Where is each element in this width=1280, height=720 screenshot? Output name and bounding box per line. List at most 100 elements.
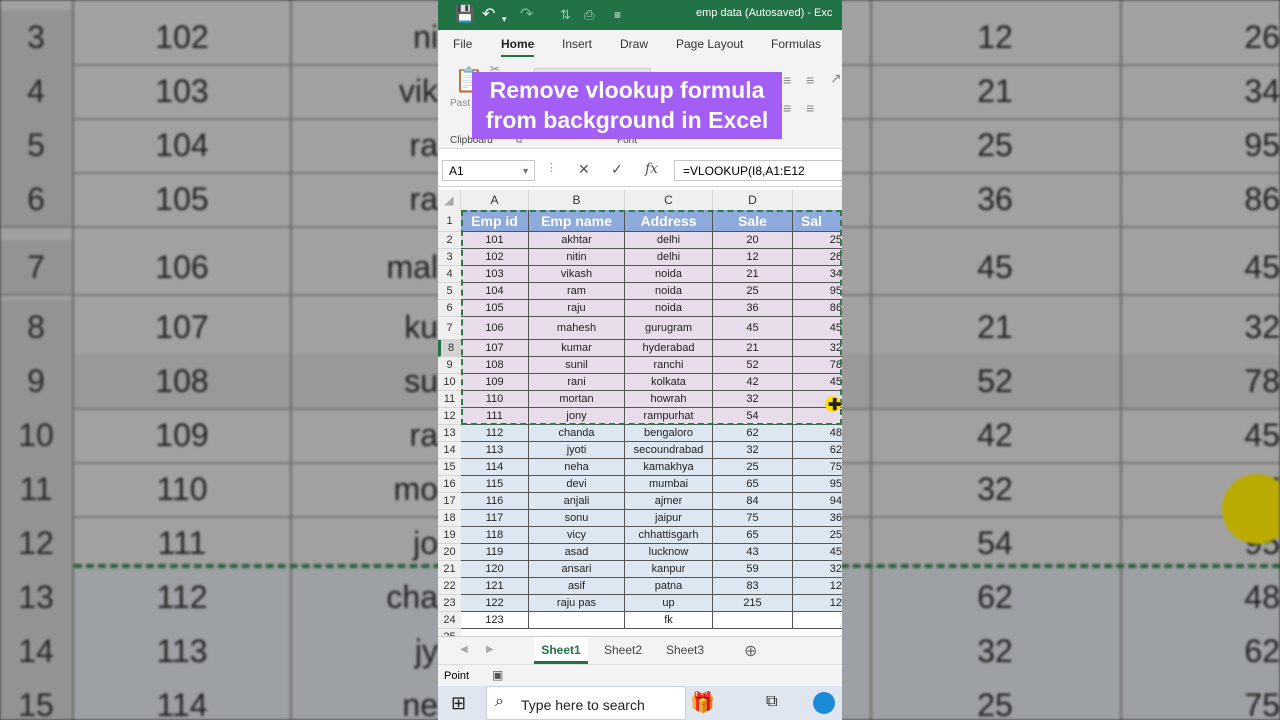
row-header[interactable]: 1 xyxy=(438,210,461,232)
table-cell[interactable]: vicy xyxy=(529,527,625,544)
formula-input[interactable]: =VLOOKUP(I8,A1:E12 xyxy=(674,160,842,181)
sheet-tab-sheet3[interactable]: Sheet3 xyxy=(658,637,712,664)
next-sheet-icon[interactable]: ▶ xyxy=(486,644,494,655)
table-cell[interactable]: jyoti xyxy=(529,442,625,459)
row-header[interactable]: 23 xyxy=(438,595,461,612)
row-header[interactable]: 17 xyxy=(438,493,461,510)
add-sheet-icon[interactable]: ⊕ xyxy=(744,641,757,661)
table-cell[interactable]: 121 xyxy=(461,578,529,595)
table-cell[interactable]: kamakhya xyxy=(625,459,713,476)
chevron-down-icon[interactable]: ▼ xyxy=(521,161,530,182)
table-cell[interactable]: 32 xyxy=(793,561,842,578)
redo-icon[interactable]: ↷ xyxy=(520,5,533,25)
table-cell[interactable]: howrah xyxy=(625,391,713,408)
sheet-tab-sheet1[interactable]: Sheet1 xyxy=(534,637,588,664)
table-cell[interactable]: 75 xyxy=(713,510,793,527)
table-cell[interactable]: 52 xyxy=(713,357,793,374)
table-cell[interactable]: 42 xyxy=(713,374,793,391)
sheet-tab-sheet2[interactable]: Sheet2 xyxy=(596,637,650,664)
table-cell[interactable]: asad xyxy=(529,544,625,561)
table-cell[interactable]: kolkata xyxy=(625,374,713,391)
table-cell[interactable]: 110 xyxy=(461,391,529,408)
table-cell[interactable]: 45 xyxy=(793,317,842,340)
table-cell[interactable]: 122 xyxy=(461,595,529,612)
table-cell[interactable]: 107 xyxy=(461,340,529,357)
table-cell[interactable]: 83 xyxy=(713,578,793,595)
table-cell[interactable]: 12 xyxy=(793,595,842,612)
table-cell[interactable]: neha xyxy=(529,459,625,476)
table-cell[interactable]: 43 xyxy=(713,544,793,561)
align-left-icon[interactable]: ≡ xyxy=(783,100,791,116)
table-cell[interactable]: 32 xyxy=(713,391,793,408)
table-cell[interactable]: fk xyxy=(625,612,713,629)
gift-icon[interactable]: 🎁 xyxy=(690,690,715,715)
task-view-icon[interactable]: ⧉ xyxy=(766,693,777,711)
table-cell[interactable]: 106 xyxy=(461,317,529,340)
table-cell[interactable]: vikash xyxy=(529,266,625,283)
select-all-corner[interactable]: ◢ xyxy=(438,190,461,210)
table-cell[interactable]: 215 xyxy=(713,595,793,612)
align-top-icon[interactable]: ≡ xyxy=(783,72,791,88)
column-title-cell[interactable]: Address xyxy=(625,210,713,232)
row-header[interactable]: 10 xyxy=(438,374,461,391)
table-cell[interactable]: 62 xyxy=(713,425,793,442)
tab-draw[interactable]: Draw xyxy=(620,37,648,51)
row-header[interactable]: 7 xyxy=(438,317,461,340)
table-cell[interactable]: 12 xyxy=(713,249,793,266)
table-cell[interactable]: 95 xyxy=(793,283,842,300)
table-cell[interactable]: bengaloro xyxy=(625,425,713,442)
table-cell[interactable]: 102 xyxy=(461,249,529,266)
tab-insert[interactable]: Insert xyxy=(562,37,592,51)
column-title-cell[interactable]: Emp name xyxy=(529,210,625,232)
column-header-c[interactable]: C xyxy=(625,190,713,210)
column-header-a[interactable]: A xyxy=(461,190,529,210)
table-cell[interactable]: delhi xyxy=(625,232,713,249)
table-cell[interactable]: chanda xyxy=(529,425,625,442)
orientation-icon[interactable]: ↗ xyxy=(830,70,842,87)
row-header[interactable]: 24 xyxy=(438,612,461,629)
table-cell[interactable]: noida xyxy=(625,266,713,283)
enter-icon[interactable]: ✓ xyxy=(611,161,623,178)
table-cell[interactable]: 108 xyxy=(461,357,529,374)
table-cell[interactable]: patna xyxy=(625,578,713,595)
table-cell[interactable]: 84 xyxy=(713,493,793,510)
table-cell[interactable]: chhattisgarh xyxy=(625,527,713,544)
table-cell[interactable]: 26 xyxy=(793,249,842,266)
name-box[interactable]: A1 ▼ xyxy=(442,160,535,181)
table-cell[interactable]: 118 xyxy=(461,527,529,544)
row-header[interactable]: 12 xyxy=(438,408,461,425)
table-cell[interactable]: 45 xyxy=(793,544,842,561)
row-header[interactable]: 13 xyxy=(438,425,461,442)
table-cell[interactable]: 86 xyxy=(793,300,842,317)
accessibility-icon[interactable]: ▣ xyxy=(492,668,503,682)
table-cell[interactable]: kumar xyxy=(529,340,625,357)
row-header[interactable]: 22 xyxy=(438,578,461,595)
table-cell[interactable]: noida xyxy=(625,283,713,300)
table-cell[interactable]: asif xyxy=(529,578,625,595)
table-cell[interactable]: 117 xyxy=(461,510,529,527)
table-cell[interactable]: 94 xyxy=(793,493,842,510)
row-header[interactable]: 21 xyxy=(438,561,461,578)
cancel-icon[interactable]: ✕ xyxy=(578,161,590,178)
column-title-cell[interactable]: Sale xyxy=(713,210,793,232)
table-cell[interactable]: mortan xyxy=(529,391,625,408)
table-cell[interactable] xyxy=(529,612,625,629)
table-cell[interactable]: ranchi xyxy=(625,357,713,374)
table-cell[interactable]: secoundrabad xyxy=(625,442,713,459)
tab-formulas[interactable]: Formulas xyxy=(771,37,821,51)
sort-icon[interactable]: ⇅ xyxy=(560,5,571,25)
table-cell[interactable]: 75 xyxy=(793,459,842,476)
tab-page-layout[interactable]: Page Layout xyxy=(676,37,743,51)
column-title-cell[interactable]: Sal xyxy=(793,210,842,232)
table-cell[interactable]: 114 xyxy=(461,459,529,476)
table-cell[interactable]: 116 xyxy=(461,493,529,510)
table-cell[interactable]: rampurhat xyxy=(625,408,713,425)
table-cell[interactable]: 32 xyxy=(713,442,793,459)
row-header[interactable]: 15 xyxy=(438,459,461,476)
table-cell[interactable]: hyderabad xyxy=(625,340,713,357)
table-cell[interactable]: delhi xyxy=(625,249,713,266)
table-cell[interactable]: raju xyxy=(529,300,625,317)
row-header[interactable]: 20 xyxy=(438,544,461,561)
align-center-icon[interactable]: ≡ xyxy=(806,100,814,116)
table-cell[interactable]: jaipur xyxy=(625,510,713,527)
